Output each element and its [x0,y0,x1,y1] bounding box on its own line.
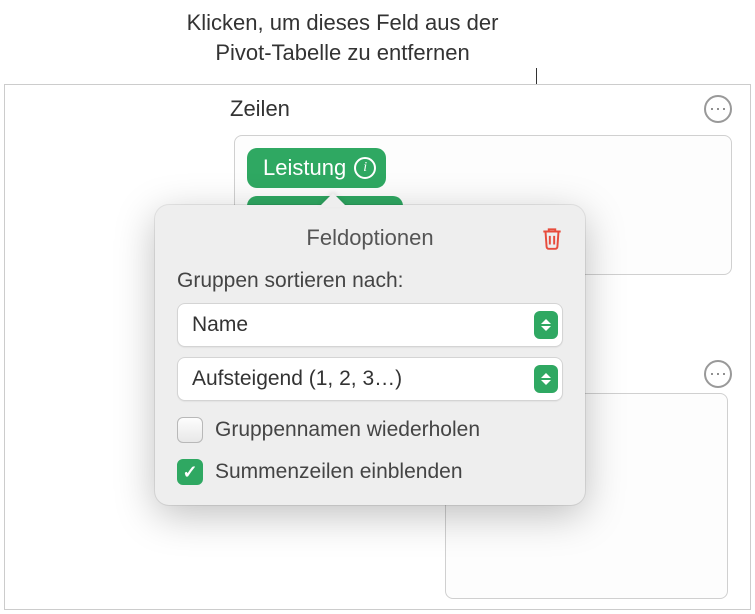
sort-groups-label: Gruppen sortieren nach: [177,269,563,293]
trash-icon [539,225,565,251]
help-annotation: Klicken, um dieses Feld aus der Pivot-Ta… [130,8,555,67]
updown-icon [534,311,558,339]
popover-header: Feldoptionen [177,225,563,251]
field-pill-leistung[interactable]: Leistung i [247,148,386,188]
rows-more-button[interactable] [704,95,732,123]
rows-section-title: Zeilen [230,96,290,122]
info-icon[interactable]: i [354,157,376,179]
rows-section-header: Zeilen [216,85,750,127]
sort-field-select-value: Name [177,303,563,347]
sort-field-select[interactable]: Name [177,303,563,347]
delete-field-button[interactable] [539,225,565,251]
repeat-groups-checkbox-row[interactable]: Gruppennamen wiederholen [177,417,563,443]
show-totals-checkbox-row[interactable]: Summenzeilen einblenden [177,459,563,485]
updown-icon [534,365,558,393]
popover-title: Feldoptionen [306,225,433,251]
field-pill-label: Leistung [263,155,346,181]
show-totals-checkbox[interactable] [177,459,203,485]
field-options-popover: Feldoptionen Gruppen sortieren nach: Nam… [155,205,585,505]
show-totals-label: Summenzeilen einblenden [215,460,463,484]
repeat-groups-checkbox[interactable] [177,417,203,443]
sort-order-select[interactable]: Aufsteigend (1, 2, 3…) [177,357,563,401]
repeat-groups-label: Gruppennamen wiederholen [215,418,480,442]
columns-more-button[interactable] [704,360,732,388]
sort-order-select-value: Aufsteigend (1, 2, 3…) [177,357,563,401]
